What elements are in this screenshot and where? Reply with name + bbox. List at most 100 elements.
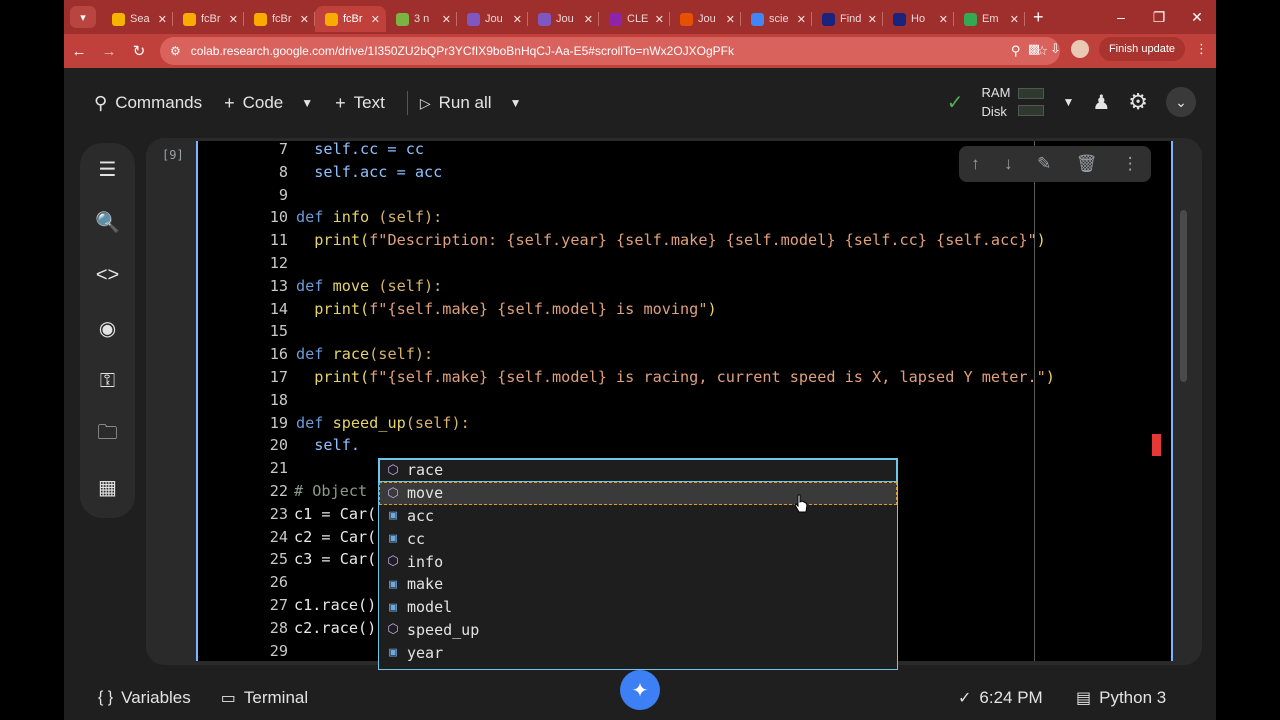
suggestion-item[interactable]: ⬡ race <box>379 459 897 482</box>
browser-tab[interactable]: fcBr ✕ <box>315 6 386 32</box>
browser-tab[interactable]: Jou ✕ <box>457 6 528 32</box>
omnibox[interactable]: ⚙ colab.research.google.com/drive/1I350Z… <box>160 37 1060 65</box>
tab-close-icon[interactable]: ✕ <box>939 13 948 26</box>
toc-list-icon[interactable]: ☰ <box>80 143 135 196</box>
suggestion-item[interactable]: ⬡ speed_up <box>379 619 897 642</box>
commands-button[interactable]: ⚲ Commands <box>94 93 202 114</box>
variables-button[interactable]: { } Variables <box>98 688 191 708</box>
reload-icon[interactable]: ↻ <box>124 42 154 60</box>
tab-close-icon[interactable]: ✕ <box>584 13 593 26</box>
profile-avatar[interactable] <box>1070 40 1089 58</box>
colab-toolbar: ⚲ Commands + Code ▼ + Text ▷ Run all ▼ ✓… <box>64 68 1216 138</box>
variables-inspector-icon[interactable]: ◉ <box>80 302 135 355</box>
site-info-icon[interactable]: ⚙ <box>170 44 181 58</box>
tab-close-icon[interactable]: ✕ <box>229 13 238 26</box>
code-line: c3 = Car( <box>294 550 377 568</box>
tab-list: Sea ✕ fcBr ✕ fcBr ✕ fcBr ✕ 3 n ✕ Jou ✕ Jou ✕ CLE ✕ Jou ✕ s… <box>102 2 1025 32</box>
browser-tab[interactable]: fcBr ✕ <box>244 6 315 32</box>
resource-monitor[interactable]: RAM Disk <box>982 83 1011 121</box>
chevron-down-icon[interactable]: ▼ <box>510 96 522 110</box>
tab-title: Sea <box>130 13 150 25</box>
tab-title: Jou <box>556 13 574 25</box>
code-line: def info (self): <box>296 208 443 226</box>
line-number: 26 <box>269 573 288 592</box>
execution-status[interactable]: ✓ 6:24 PM <box>958 688 1043 708</box>
extensions-icon[interactable]: ▩ <box>1028 41 1040 57</box>
tab-close-icon[interactable]: ✕ <box>513 13 522 26</box>
tab-close-icon[interactable]: ✕ <box>797 13 806 26</box>
browser-tab[interactable]: scie ✕ <box>741 6 812 32</box>
tab-close-icon[interactable]: ✕ <box>726 13 735 26</box>
more-menu-icon[interactable]: ⋮ <box>1195 41 1208 57</box>
line-number: 28 <box>269 618 288 637</box>
more-options-icon[interactable]: ⋮ <box>1122 154 1139 174</box>
zoom-icon[interactable]: ⚲ <box>1011 43 1021 59</box>
drive-icon <box>112 12 125 26</box>
suggestion-item[interactable]: ⬡ move <box>379 481 897 505</box>
download-icon[interactable]: ⇩ <box>1050 41 1061 57</box>
chevron-down-icon[interactable]: ▼ <box>301 96 313 110</box>
line-length-ruler <box>1034 141 1035 661</box>
code-line: print(f"{self.make} {self.model} is raci… <box>296 368 1055 386</box>
line-number: 13 <box>269 276 288 295</box>
suggestion-item[interactable]: ▣ cc <box>379 527 897 550</box>
tab-close-icon[interactable]: ✕ <box>371 13 380 26</box>
restore-icon[interactable]: ❐ <box>1140 0 1178 34</box>
suggestion-item[interactable]: ▣ year <box>379 641 897 664</box>
browser-tab[interactable]: CLE ✕ <box>599 6 670 32</box>
move-up-icon[interactable]: ↑ <box>971 154 980 174</box>
add-text-button[interactable]: + Text <box>335 93 385 114</box>
secrets-key-icon[interactable]: ⚿ <box>80 355 135 408</box>
browser-tab[interactable]: Em ✕ <box>954 6 1025 32</box>
tab-close-icon[interactable]: ✕ <box>442 13 451 26</box>
tab-close-icon[interactable]: ✕ <box>868 13 877 26</box>
browser-tab[interactable]: Jou ✕ <box>670 6 741 32</box>
suggestion-item[interactable]: ▣ model <box>379 596 897 619</box>
run-all-button[interactable]: ▷ Run all ▼ <box>420 93 522 113</box>
runtime-button[interactable]: ▤ Python 3 <box>1076 688 1166 708</box>
browser-tab[interactable]: Find ✕ <box>812 6 883 32</box>
finish-update-button[interactable]: Finish update <box>1098 37 1185 61</box>
data-table-icon[interactable]: ▦ <box>80 461 135 514</box>
browser-tab[interactable]: 3 n ✕ <box>386 6 457 32</box>
ram-label: RAM <box>981 85 1011 100</box>
tab-close-icon[interactable]: ✕ <box>1010 13 1019 26</box>
editor-scrollbar[interactable] <box>1180 210 1187 382</box>
browser-tab[interactable]: Sea ✕ <box>102 6 173 32</box>
add-code-button[interactable]: + Code ▼ <box>224 93 313 114</box>
method-cube-icon: ⬡ <box>387 485 399 501</box>
browser-tab[interactable]: Ho ✕ <box>883 6 954 32</box>
suggestion-item[interactable]: ⬡ info <box>379 550 897 573</box>
collapse-toolbar-button[interactable]: ⌄ <box>1166 87 1196 117</box>
files-folder-icon[interactable]: 🗀 <box>80 408 135 461</box>
tab-close-icon[interactable]: ✕ <box>158 13 167 26</box>
terminal-button[interactable]: ▭ Terminal <box>221 688 308 708</box>
forward-icon[interactable]: → <box>94 43 124 60</box>
chevron-down-icon[interactable]: ▼ <box>1062 95 1074 109</box>
minimize-icon[interactable]: – <box>1102 0 1140 34</box>
find-icon[interactable]: 🔍 <box>80 196 135 249</box>
suggestion-item[interactable]: ▣ acc <box>379 505 897 528</box>
tab-title: scie <box>769 13 789 25</box>
code-snippets-icon[interactable]: <> <box>80 249 135 302</box>
gemini-sparkle-button[interactable]: ✦ <box>620 670 660 710</box>
share-people-icon[interactable]: ♟ <box>1092 90 1110 115</box>
browser-tab[interactable]: fcBr ✕ <box>173 6 244 32</box>
tab-close-icon[interactable]: ✕ <box>300 13 309 26</box>
sn-icon <box>893 12 906 26</box>
tab-search-button[interactable]: ▾ <box>70 6 96 28</box>
close-icon[interactable]: ✕ <box>1178 0 1216 34</box>
delete-trash-icon[interactable]: 🗑 <box>1076 154 1098 174</box>
doc-icon <box>396 12 409 26</box>
new-tab-button[interactable]: + <box>1033 7 1044 28</box>
search-icon: ⚲ <box>94 92 108 113</box>
move-down-icon[interactable]: ↓ <box>1004 154 1013 174</box>
suggestion-item[interactable]: ▣ make <box>379 573 897 596</box>
edit-magic-icon[interactable]: ✎ <box>1037 154 1051 174</box>
back-icon[interactable]: ← <box>64 43 94 60</box>
plus-icon: + <box>335 92 346 113</box>
tab-title: Jou <box>485 13 503 25</box>
tab-close-icon[interactable]: ✕ <box>655 13 664 26</box>
settings-gear-icon[interactable]: ⚙ <box>1128 89 1148 115</box>
browser-tab[interactable]: Jou ✕ <box>528 6 599 32</box>
